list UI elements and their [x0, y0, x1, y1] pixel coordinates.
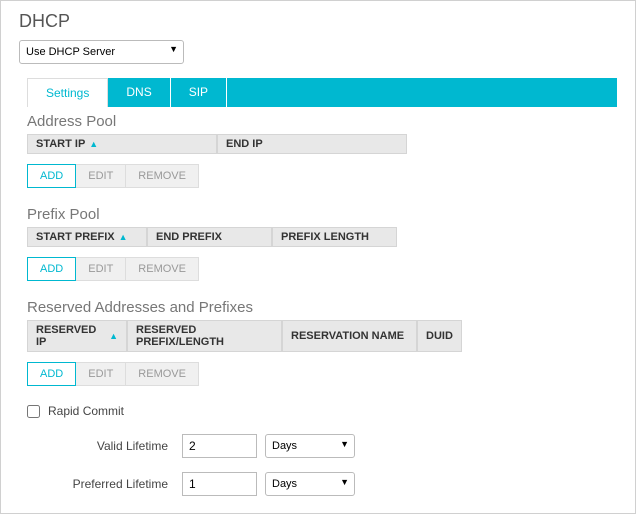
tab-sip[interactable]: SIP	[171, 78, 227, 107]
th-start-prefix[interactable]: START PREFIX ▲	[27, 227, 147, 247]
address-pool-header: START IP ▲ END IP	[27, 134, 617, 154]
address-pool-title: Address Pool	[27, 113, 617, 130]
dhcp-mode-select-wrap: Use DHCP Server	[19, 40, 184, 64]
prefix-pool-buttons: ADD EDIT REMOVE	[27, 257, 617, 281]
th-start-ip[interactable]: START IP ▲	[27, 134, 217, 154]
rapid-commit-checkbox[interactable]	[27, 405, 40, 418]
add-button[interactable]: ADD	[27, 164, 76, 188]
prefix-pool-title: Prefix Pool	[27, 206, 617, 223]
add-button[interactable]: ADD	[27, 362, 76, 386]
reserved-title: Reserved Addresses and Prefixes	[27, 299, 617, 316]
th-reserved-ip-label: RESERVED IP	[36, 324, 105, 348]
address-pool-buttons: ADD EDIT REMOVE	[27, 164, 617, 188]
tab-settings[interactable]: Settings	[27, 78, 108, 107]
valid-lifetime-input[interactable]	[182, 434, 257, 458]
remove-button[interactable]: REMOVE	[126, 257, 199, 281]
valid-lifetime-label: Valid Lifetime	[27, 439, 182, 453]
th-prefix-length[interactable]: PREFIX LENGTH	[272, 227, 397, 247]
valid-lifetime-row: Valid Lifetime Days	[27, 434, 617, 458]
reserved-header: RESERVED IP ▲ RESERVED PREFIX/LENGTH RES…	[27, 320, 617, 352]
sort-asc-icon: ▲	[119, 232, 128, 242]
tabs: Settings DNS SIP	[27, 78, 227, 107]
sort-asc-icon: ▲	[89, 139, 98, 149]
th-start-prefix-label: START PREFIX	[36, 231, 115, 243]
preferred-lifetime-label: Preferred Lifetime	[27, 477, 182, 491]
remove-button[interactable]: REMOVE	[126, 362, 199, 386]
tab-row: Settings DNS SIP	[19, 78, 617, 107]
prefix-pool-header: START PREFIX ▲ END PREFIX PREFIX LENGTH	[27, 227, 617, 247]
reserved-buttons: ADD EDIT REMOVE	[27, 362, 617, 386]
preferred-lifetime-row: Preferred Lifetime Days	[27, 472, 617, 496]
rapid-commit-label: Rapid Commit	[48, 404, 124, 418]
th-reserved-prefix-length[interactable]: RESERVED PREFIX/LENGTH	[127, 320, 282, 352]
tab-filler	[227, 78, 617, 107]
th-reservation-name[interactable]: RESERVATION NAME	[282, 320, 417, 352]
edit-button[interactable]: EDIT	[76, 164, 126, 188]
add-button[interactable]: ADD	[27, 257, 76, 281]
preferred-lifetime-input[interactable]	[182, 472, 257, 496]
th-end-ip[interactable]: END IP	[217, 134, 407, 154]
valid-lifetime-unit-wrap: Days	[265, 434, 355, 458]
page-title: DHCP	[19, 11, 617, 32]
rapid-commit-row: Rapid Commit	[27, 404, 617, 418]
dhcp-mode-select[interactable]: Use DHCP Server	[19, 40, 184, 64]
th-reserved-ip[interactable]: RESERVED IP ▲	[27, 320, 127, 352]
edit-button[interactable]: EDIT	[76, 362, 126, 386]
th-duid[interactable]: DUID	[417, 320, 462, 352]
th-end-prefix[interactable]: END PREFIX	[147, 227, 272, 247]
remove-button[interactable]: REMOVE	[126, 164, 199, 188]
valid-lifetime-unit-select[interactable]: Days	[265, 434, 355, 458]
sort-asc-icon: ▲	[109, 331, 118, 341]
edit-button[interactable]: EDIT	[76, 257, 126, 281]
preferred-lifetime-unit-wrap: Days	[265, 472, 355, 496]
preferred-lifetime-unit-select[interactable]: Days	[265, 472, 355, 496]
th-start-ip-label: START IP	[36, 138, 85, 150]
tab-dns[interactable]: DNS	[108, 78, 170, 107]
